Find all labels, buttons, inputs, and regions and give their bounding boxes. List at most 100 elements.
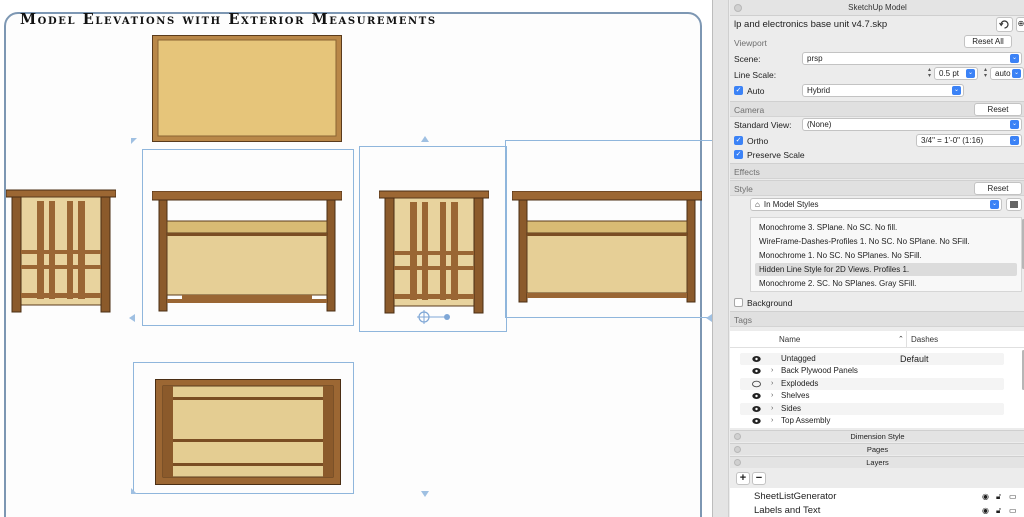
eye-icon[interactable]: ◉: [982, 490, 989, 503]
remove-layer-button[interactable]: −: [752, 472, 766, 485]
background-checkbox[interactable]: [734, 298, 743, 307]
chevron-right-icon[interactable]: ›: [771, 365, 773, 377]
minus-icon: −: [755, 472, 763, 484]
pages-panel-header[interactable]: Pages: [730, 443, 1024, 455]
tag-row[interactable]: › Explodeds: [740, 377, 1004, 390]
ortho-checkbox[interactable]: ✓: [734, 136, 743, 145]
tag-row[interactable]: › Back Plywood Panels: [740, 365, 1004, 378]
layout-canvas[interactable]: Model Elevations with Exterior Measureme…: [0, 0, 717, 517]
camera-reset-button[interactable]: Reset: [974, 103, 1022, 116]
unlock-icon[interactable]: 🔓︎: [996, 490, 1001, 503]
auto-checkbox[interactable]: ✓: [734, 86, 743, 95]
render-mode-select[interactable]: Hybrid ⌄: [802, 84, 964, 97]
panel-gutter: [713, 0, 729, 517]
eye-icon[interactable]: [752, 355, 761, 363]
preserve-scale-checkbox[interactable]: ✓: [734, 150, 743, 159]
refresh-button[interactable]: [996, 17, 1013, 32]
chevron-down-icon: ⌄: [1012, 69, 1021, 78]
standard-view-select[interactable]: (None) ⌄: [802, 118, 1022, 131]
panel-collapse-dot[interactable]: [734, 4, 742, 12]
style-list-item[interactable]: Monochrome 1. No SC. No SPlanes. No SFil…: [755, 249, 1017, 262]
line-scale-mode-stepper[interactable]: ▴ ▾: [982, 67, 989, 79]
standard-view-label: Standard View:: [734, 120, 792, 130]
chevron-right-icon[interactable]: ›: [771, 403, 773, 415]
dimension-style-panel-header[interactable]: Dimension Style: [730, 430, 1024, 442]
preserve-scale-label: Preserve Scale: [747, 150, 805, 160]
effects-section-header[interactable]: Effects: [730, 163, 1024, 179]
refresh-icon: [999, 20, 1009, 29]
tag-row[interactable]: › Shelves: [740, 390, 1004, 403]
style-list-item[interactable]: Monochrome 2. SC. No SPlanes. Gray SFill…: [755, 277, 1017, 290]
style-list-item[interactable]: Monochrome 3. SPlane. No SC. No fill.: [755, 221, 1017, 234]
eye-icon[interactable]: [752, 417, 761, 425]
eye-icon[interactable]: ◉: [982, 504, 989, 517]
viewport-section-header: Viewport: [734, 38, 767, 48]
tag-dashes[interactable]: Default: [900, 353, 929, 365]
right-side-drawing: [379, 190, 489, 314]
chevron-right-icon[interactable]: ›: [771, 390, 773, 402]
style-reset-button[interactable]: Reset: [974, 182, 1022, 195]
unlock-icon[interactable]: 🔓︎: [996, 504, 1001, 517]
style-source-value: In Model Styles: [763, 200, 819, 209]
layer-row[interactable]: SheetListGenerator ◉ 🔓︎ ▭: [730, 490, 1024, 503]
page-icon[interactable]: ▭: [1009, 504, 1017, 517]
tag-name: Top Assembly: [781, 416, 831, 425]
tag-row[interactable]: › Top Assembly: [740, 415, 1004, 427]
style-list-item-selected[interactable]: Hidden Line Style for 2D Views. Profiles…: [755, 263, 1017, 276]
tags-name-column[interactable]: Name: [779, 331, 800, 348]
style-source-select[interactable]: ⌂ In Model Styles ⌄: [750, 198, 1002, 211]
add-layer-button[interactable]: +: [736, 472, 750, 485]
chevron-right-icon[interactable]: ›: [771, 415, 773, 427]
layers-panel-header[interactable]: Layers: [730, 456, 1024, 468]
line-scale-stepper[interactable]: ▴ ▾: [926, 67, 933, 79]
layer-row[interactable]: Labels and Text ◉ 🔓︎ ▭: [730, 504, 1024, 517]
eye-icon[interactable]: [752, 405, 761, 413]
selection-handle[interactable]: [421, 136, 429, 142]
back-view-drawing: [512, 191, 702, 303]
tags-table-header: Name ⌃ Dashes: [730, 331, 1024, 348]
tag-row[interactable]: Untagged Default: [740, 353, 1004, 365]
auto-label: Auto: [747, 86, 765, 96]
tag-row[interactable]: › Sides: [740, 402, 1004, 415]
scene-value: prsp: [807, 54, 823, 63]
relink-button[interactable]: ⊕: [1016, 17, 1024, 32]
style-grid-view-button[interactable]: [1006, 198, 1022, 211]
ortho-scale-value: 3/4" = 1'-0" (1:16): [921, 136, 984, 145]
style-list-item[interactable]: WireFrame-Dashes-Profiles 1. No SC. No S…: [755, 235, 1017, 248]
plus-icon: +: [739, 472, 747, 484]
lock-icon: ⊕: [1017, 19, 1024, 28]
eye-icon[interactable]: [752, 367, 761, 375]
tag-name: Sides: [781, 403, 802, 413]
selection-handle[interactable]: [131, 138, 137, 144]
chevron-right-icon[interactable]: ›: [771, 378, 773, 390]
tag-name: Shelves: [781, 391, 810, 401]
line-scale-value: 0.5 pt: [939, 69, 960, 78]
page-icon[interactable]: ▭: [1009, 490, 1017, 503]
tag-name: Explodeds: [781, 378, 819, 388]
selection-handle[interactable]: [131, 488, 137, 494]
layers-list: SheetListGenerator ◉ 🔓︎ ▭ Labels and Tex…: [730, 488, 1024, 517]
eye-icon[interactable]: [752, 392, 761, 400]
line-scale-input[interactable]: 0.5 pt ⌄: [934, 67, 978, 80]
layer-name: Labels and Text: [754, 505, 821, 516]
line-scale-mode-value: auto: [995, 69, 1011, 78]
selection-handle[interactable]: [129, 314, 135, 322]
page-title: Model Elevations with Exterior Measureme…: [20, 11, 437, 28]
move-handle-icon[interactable]: [417, 310, 451, 324]
reset-all-button[interactable]: Reset All: [964, 35, 1012, 48]
style-list[interactable]: Monochrome 3. SPlane. No SC. No fill. Wi…: [750, 217, 1022, 292]
scene-select[interactable]: prsp ⌄: [802, 52, 1022, 65]
selection-handle[interactable]: [421, 491, 429, 497]
grid-icon: [1010, 201, 1018, 208]
line-scale-mode-select[interactable]: auto ⌄: [990, 67, 1024, 80]
ortho-scale-select[interactable]: 3/4" = 1'-0" (1:16) ⌄: [916, 134, 1022, 147]
tag-name: Untagged: [781, 354, 816, 363]
front-view-drawing: [152, 191, 342, 312]
tags-dashes-column[interactable]: Dashes: [911, 331, 938, 348]
left-side-drawing: [6, 189, 116, 313]
standard-view-value: (None): [807, 120, 832, 129]
eye-hidden-icon[interactable]: [752, 380, 761, 388]
chevron-down-icon: ⌄: [990, 200, 999, 209]
chevron-down-icon: ⌄: [1010, 136, 1019, 145]
ortho-label: Ortho: [747, 136, 769, 146]
